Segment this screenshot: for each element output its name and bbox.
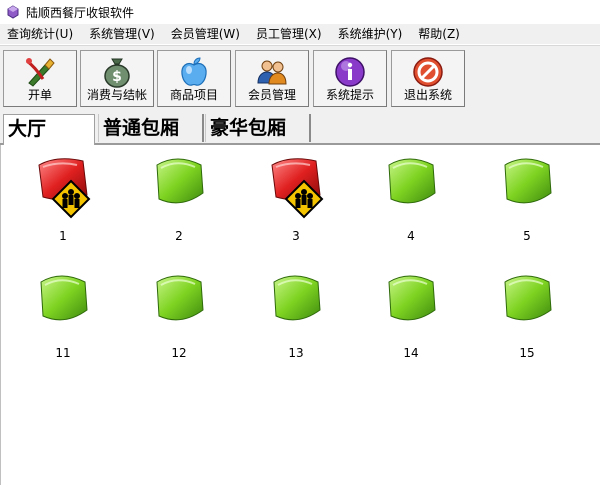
free-table-icon [40, 275, 88, 321]
table-number: 15 [519, 346, 535, 360]
table-item-4[interactable]: 4 [371, 151, 451, 243]
table-item-14[interactable]: 14 [371, 268, 451, 360]
products-label: 商品项目 [169, 88, 218, 102]
menu-query-stats[interactable]: 查询统计(U) [0, 24, 81, 44]
open-order-label: 开单 [27, 88, 52, 102]
table-item-3[interactable]: 3 [256, 151, 336, 243]
table-number: 1 [59, 229, 67, 243]
table-item-12[interactable]: 12 [139, 268, 219, 360]
free-table-icon [273, 275, 321, 321]
table-item-5[interactable]: 5 [487, 151, 567, 243]
member-management-label: 会员管理 [247, 88, 296, 102]
checkout-button[interactable]: $ 消费与结帐 [80, 50, 154, 107]
free-table-icon [156, 158, 204, 204]
open-order-button[interactable]: 开单 [3, 50, 77, 107]
money-bag-icon: $ [104, 58, 130, 88]
menu-system-maintenance[interactable]: 系统维护(Y) [330, 24, 411, 44]
title-bar: 陆顺西餐厅收银软件 [0, 0, 600, 24]
brush-icon [26, 58, 55, 87]
occupied-table-icon [271, 158, 324, 219]
table-number: 4 [407, 229, 415, 243]
tab-standard-room[interactable]: 普通包厢 [98, 114, 204, 142]
table-item-15[interactable]: 15 [487, 268, 567, 360]
room-tabs: 大厅 普通包厢 豪华包厢 [0, 111, 600, 145]
table-number: 11 [55, 346, 71, 360]
exit-system-label: 退出系统 [403, 88, 452, 102]
table-layout: 1 2 3 4 5 11 12 13 14 15 [0, 145, 600, 485]
tab-main-hall[interactable]: 大厅 [3, 114, 95, 145]
table-item-11[interactable]: 11 [23, 268, 103, 360]
table-number: 14 [403, 346, 419, 360]
table-number: 5 [523, 229, 531, 243]
menu-bar: 查询统计(U) 系统管理(V) 会员管理(W) 员工管理(X) 系统维护(Y) … [0, 24, 600, 44]
system-tips-button[interactable]: 系统提示 [313, 50, 387, 107]
apple-icon [181, 57, 207, 86]
exit-system-button[interactable]: 退出系统 [391, 50, 465, 107]
exit-icon [413, 57, 443, 87]
occupied-table-icon [38, 158, 91, 219]
window-title: 陆顺西餐厅收银软件 [26, 5, 135, 20]
table-number: 3 [292, 229, 300, 243]
table-item-2[interactable]: 2 [139, 151, 219, 243]
info-icon [335, 57, 365, 87]
table-number: 12 [171, 346, 187, 360]
menu-member-management[interactable]: 会员管理(W) [163, 24, 248, 44]
table-item-1[interactable]: 1 [23, 151, 103, 243]
people-icon [257, 60, 287, 85]
free-table-icon [388, 158, 436, 204]
menu-staff-management[interactable]: 员工管理(X) [248, 24, 330, 44]
free-table-icon [388, 275, 436, 321]
svg-text:$: $ [112, 69, 122, 85]
menu-help[interactable]: 帮助(Z) [410, 24, 468, 44]
free-table-icon [504, 158, 552, 204]
tab-deluxe-room[interactable]: 豪华包厢 [205, 114, 311, 142]
free-table-icon [504, 275, 552, 321]
system-tips-label: 系统提示 [325, 88, 374, 102]
app-icon [7, 5, 19, 19]
free-table-icon [156, 275, 204, 321]
checkout-label: 消费与结帐 [86, 88, 147, 102]
table-number: 13 [288, 346, 304, 360]
table-item-13[interactable]: 13 [256, 268, 336, 360]
toolbar: 开单 $ 消费与结帐 商品项目 会员管理 系统提示 退出系统 [0, 45, 600, 112]
products-button[interactable]: 商品项目 [157, 50, 231, 107]
table-number: 2 [175, 229, 183, 243]
member-management-button[interactable]: 会员管理 [235, 50, 309, 107]
menu-system-management[interactable]: 系统管理(V) [81, 24, 163, 44]
